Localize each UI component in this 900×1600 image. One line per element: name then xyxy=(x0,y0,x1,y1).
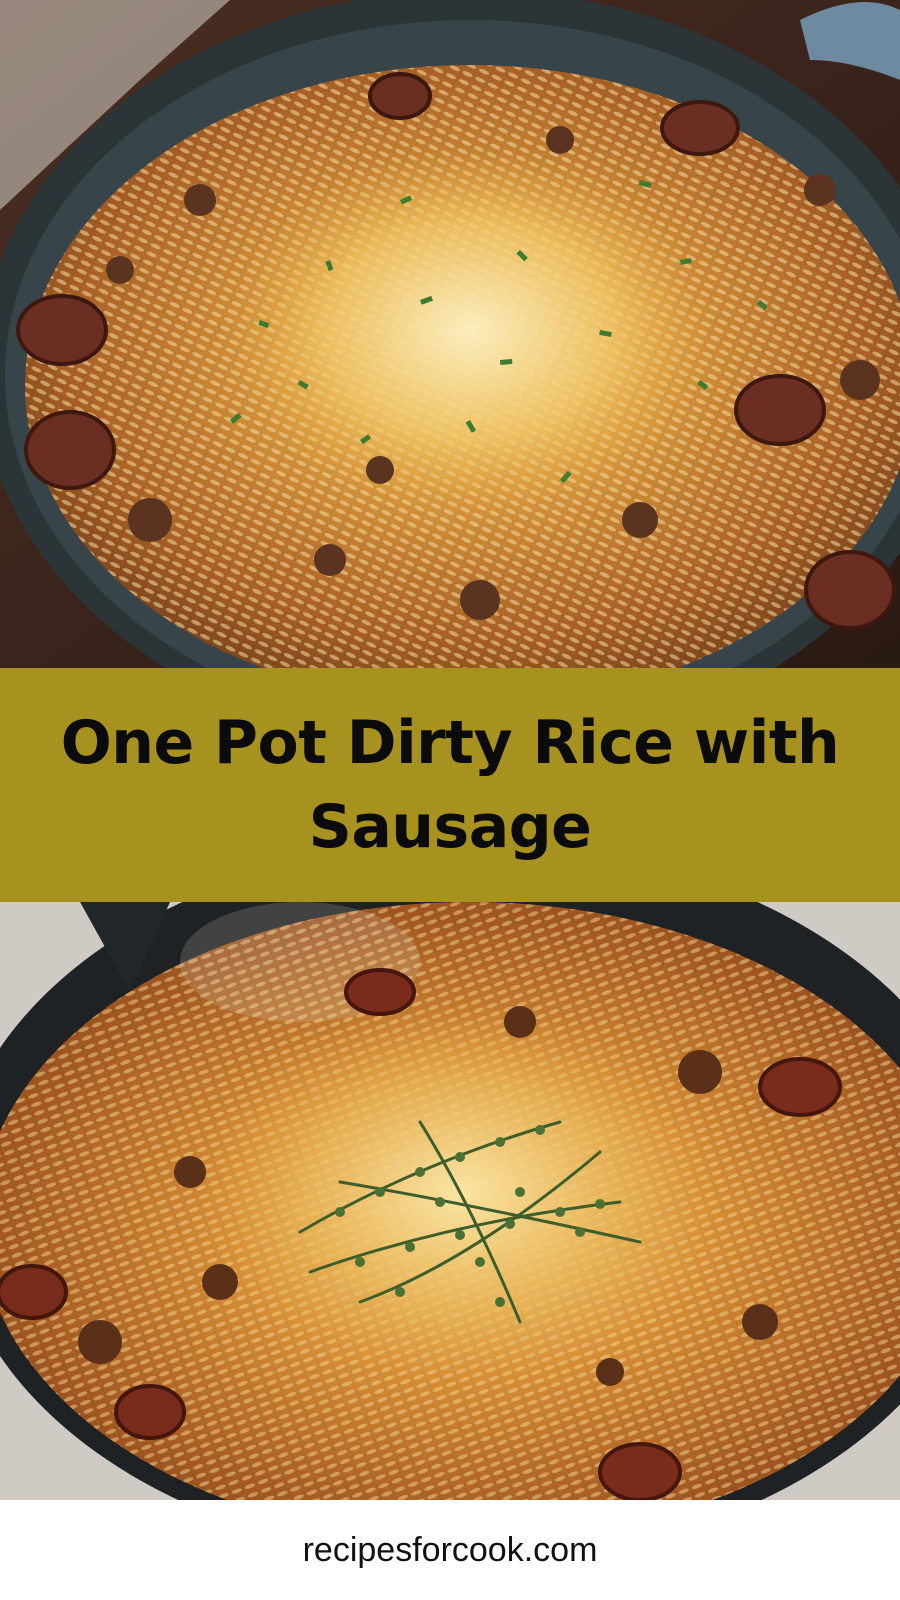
dirty-rice-skillet-image xyxy=(0,0,900,668)
website-link[interactable]: recipesforcook.com xyxy=(303,1531,598,1570)
top-food-photo xyxy=(0,0,900,668)
title-banner: One Pot Dirty Rice with Sausage xyxy=(0,668,900,902)
recipe-title: One Pot Dirty Rice with Sausage xyxy=(60,708,840,862)
dirty-rice-skillet-thyme-image xyxy=(0,902,900,1500)
footer: recipesforcook.com xyxy=(0,1500,900,1600)
bottom-food-photo xyxy=(0,902,900,1500)
